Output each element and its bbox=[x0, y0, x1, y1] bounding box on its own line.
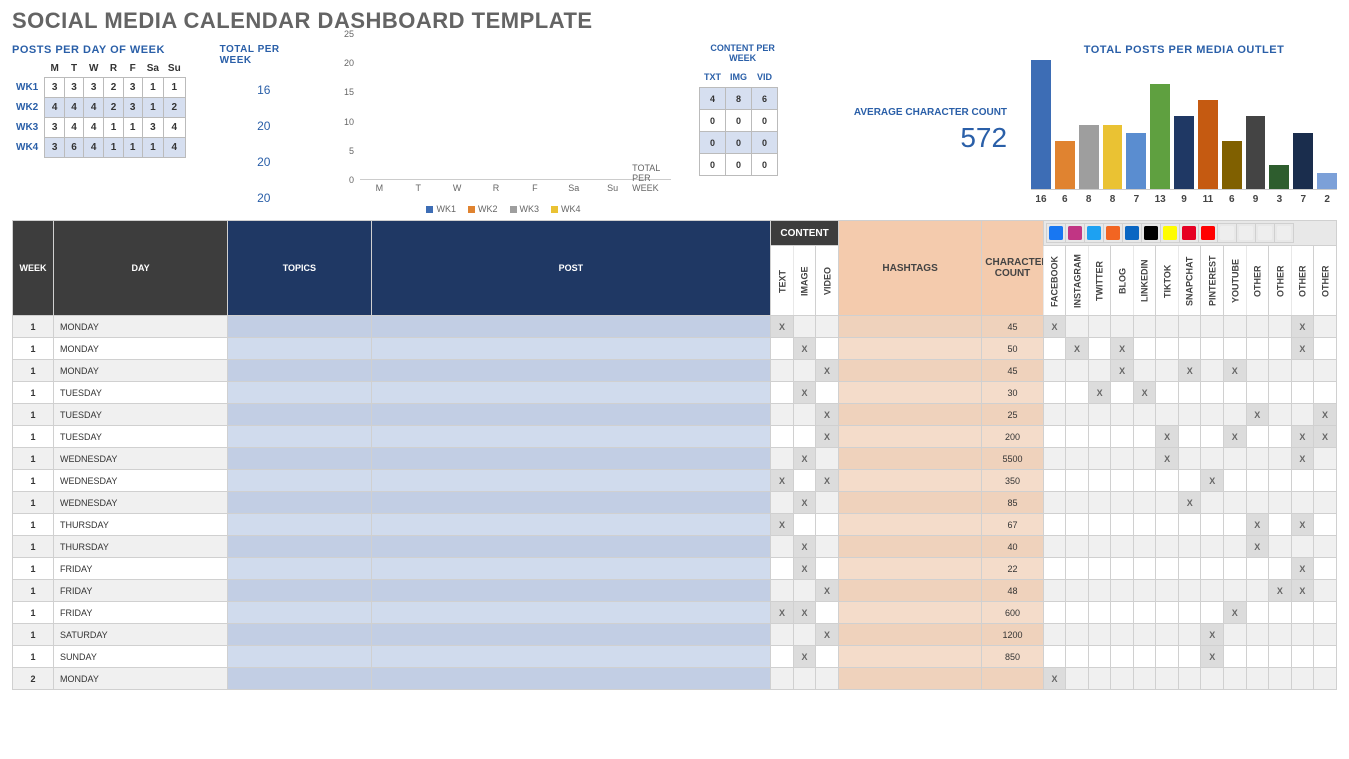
content-per-week-table: TXTIMGVID486000000000 bbox=[699, 66, 778, 177]
col-snapchat: SNAPCHAT bbox=[1178, 246, 1201, 316]
table-row: 1MONDAYX50XXX bbox=[13, 338, 1337, 360]
table-row: 1SATURDAYX1200X bbox=[13, 624, 1337, 646]
table-row: 2MONDAYX bbox=[13, 668, 1337, 690]
calendar-table: WEEK DAY TOPICS POST CONTENT HASHTAGS CH… bbox=[12, 220, 1337, 690]
page-title: SOCIAL MEDIA CALENDAR DASHBOARD TEMPLATE bbox=[12, 8, 1337, 34]
col-pinterest: PINTEREST bbox=[1201, 246, 1224, 316]
total-per-week-title: TOTAL PER WEEK bbox=[220, 44, 308, 66]
col-topics: TOPICS bbox=[228, 221, 371, 316]
table-row: 1FRIDAYX48XX bbox=[13, 580, 1337, 602]
col-blog: BLOG bbox=[1111, 246, 1134, 316]
total-per-week-block: TOTAL PER WEEK 16202020 bbox=[220, 44, 308, 210]
col-video: VIDEO bbox=[816, 246, 839, 316]
col-tiktok: TIKTOK bbox=[1156, 246, 1179, 316]
content-per-week-title: CONTENT PER WEEK bbox=[699, 44, 786, 64]
table-row: 1THURSDAYX67XX bbox=[13, 514, 1337, 536]
linkedin-icon bbox=[1122, 224, 1141, 243]
youtube-icon bbox=[1198, 224, 1217, 243]
col-facebook: FACEBOOK bbox=[1043, 246, 1066, 316]
instagram-icon bbox=[1065, 224, 1084, 243]
col-day: DAY bbox=[53, 221, 227, 316]
outlets-chart-title: TOTAL POSTS PER MEDIA OUTLET bbox=[1031, 44, 1337, 56]
table-row: 1MONDAYX45XX bbox=[13, 316, 1337, 338]
col-twitter: TWITTER bbox=[1088, 246, 1111, 316]
table-row: 1TUESDAYX25XX bbox=[13, 404, 1337, 426]
other-icon bbox=[1255, 224, 1274, 243]
table-row: 1SUNDAYX850X bbox=[13, 646, 1337, 668]
table-row: 1WEDNESDAYX5500XX bbox=[13, 448, 1337, 470]
pinterest-icon bbox=[1179, 224, 1198, 243]
posts-per-day-block: POSTS PER DAY OF WEEK MTWRFSaSuWK1333231… bbox=[12, 44, 186, 158]
col-text: TEXT bbox=[771, 246, 794, 316]
outlets-bar-chart: TOTAL POSTS PER MEDIA OUTLET 16688713911… bbox=[1031, 44, 1337, 190]
table-row: 1FRIDAYXX600X bbox=[13, 602, 1337, 624]
twitter-icon bbox=[1084, 224, 1103, 243]
avg-char-title: AVERAGE CHARACTER COUNT bbox=[854, 107, 1007, 118]
col-image: IMAGE bbox=[793, 246, 816, 316]
blog-icon bbox=[1103, 224, 1122, 243]
avg-char-block: AVERAGE CHARACTER COUNT 572 bbox=[810, 104, 1007, 154]
tiktok-icon bbox=[1141, 224, 1160, 243]
other-icon bbox=[1274, 224, 1293, 243]
table-row: 1THURSDAYX40X bbox=[13, 536, 1337, 558]
other-icon bbox=[1236, 224, 1255, 243]
facebook-icon bbox=[1046, 224, 1065, 243]
col-hashtags: HASHTAGS bbox=[838, 221, 981, 316]
table-row: 1FRIDAYX22X bbox=[13, 558, 1337, 580]
posts-per-day-table: MTWRFSaSuWK13332311WK24442312WK33441134W… bbox=[12, 60, 186, 158]
col-youtube: YOUTUBE bbox=[1224, 246, 1247, 316]
avg-char-value: 572 bbox=[960, 122, 1007, 154]
table-row: 1TUESDAYX200XXXX bbox=[13, 426, 1337, 448]
snapchat-icon bbox=[1160, 224, 1179, 243]
weekly-bar-chart: 0510152025 MTWRFSaSuTOTAL PER WEEK WK1WK… bbox=[332, 44, 675, 214]
content-per-week-block: CONTENT PER WEEK TXTIMGVID486000000000 bbox=[699, 44, 786, 176]
col-post: POST bbox=[371, 221, 771, 316]
table-row: 1WEDNESDAYXX350X bbox=[13, 470, 1337, 492]
col-linkedin: LINKEDIN bbox=[1133, 246, 1156, 316]
table-row: 1WEDNESDAYX85X bbox=[13, 492, 1337, 514]
col-other: OTHER bbox=[1269, 246, 1292, 316]
other-icon bbox=[1217, 224, 1236, 243]
col-other: OTHER bbox=[1291, 246, 1314, 316]
col-content: CONTENT bbox=[771, 221, 839, 246]
col-week: WEEK bbox=[13, 221, 54, 316]
col-other: OTHER bbox=[1314, 246, 1337, 316]
table-row: 1TUESDAYX30XX bbox=[13, 382, 1337, 404]
col-instagram: INSTAGRAM bbox=[1066, 246, 1089, 316]
posts-per-day-title: POSTS PER DAY OF WEEK bbox=[12, 44, 186, 56]
col-other: OTHER bbox=[1246, 246, 1269, 316]
col-cc: CHARACTER COUNT bbox=[982, 221, 1043, 316]
table-row: 1MONDAYX45XXX bbox=[13, 360, 1337, 382]
